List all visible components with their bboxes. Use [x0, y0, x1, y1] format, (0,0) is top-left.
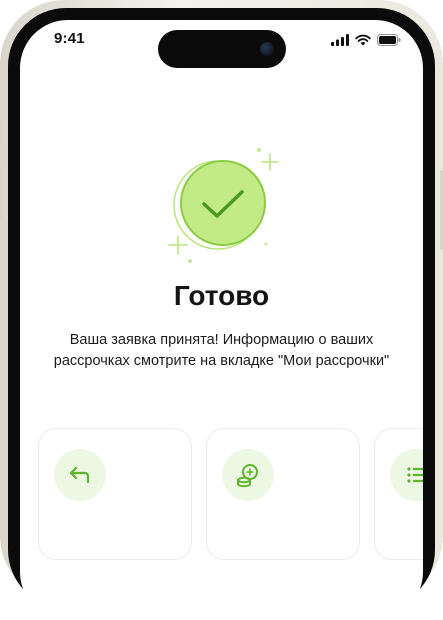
battery-icon [377, 34, 401, 46]
return-arrow-icon [69, 466, 90, 484]
camera-icon [260, 42, 274, 56]
phone-screen: 9:41 Готово Ваша заявка принята! Информа… [20, 20, 423, 620]
status-icons [331, 34, 401, 46]
action-card-installments[interactable] [206, 428, 360, 560]
success-check-icon [168, 148, 279, 263]
page-title: Готово [173, 280, 270, 311]
dynamic-island [158, 30, 286, 68]
action-cards [38, 428, 423, 568]
status-time: 9:41 [54, 30, 85, 47]
coins-icon [237, 464, 258, 488]
list-icon [407, 467, 423, 483]
phone-side-button [0, 170, 3, 220]
phone-side-button [0, 118, 3, 146]
card-icon-badge [390, 449, 423, 501]
signal-icon [331, 34, 349, 46]
success-message: Ваша заявка принята! Информацию о ваших … [53, 332, 390, 369]
card-icon-badge [222, 449, 274, 501]
action-card-return[interactable] [38, 428, 192, 560]
card-icon-badge [54, 449, 106, 501]
wifi-icon [355, 34, 371, 46]
action-card-list[interactable] [374, 428, 423, 560]
